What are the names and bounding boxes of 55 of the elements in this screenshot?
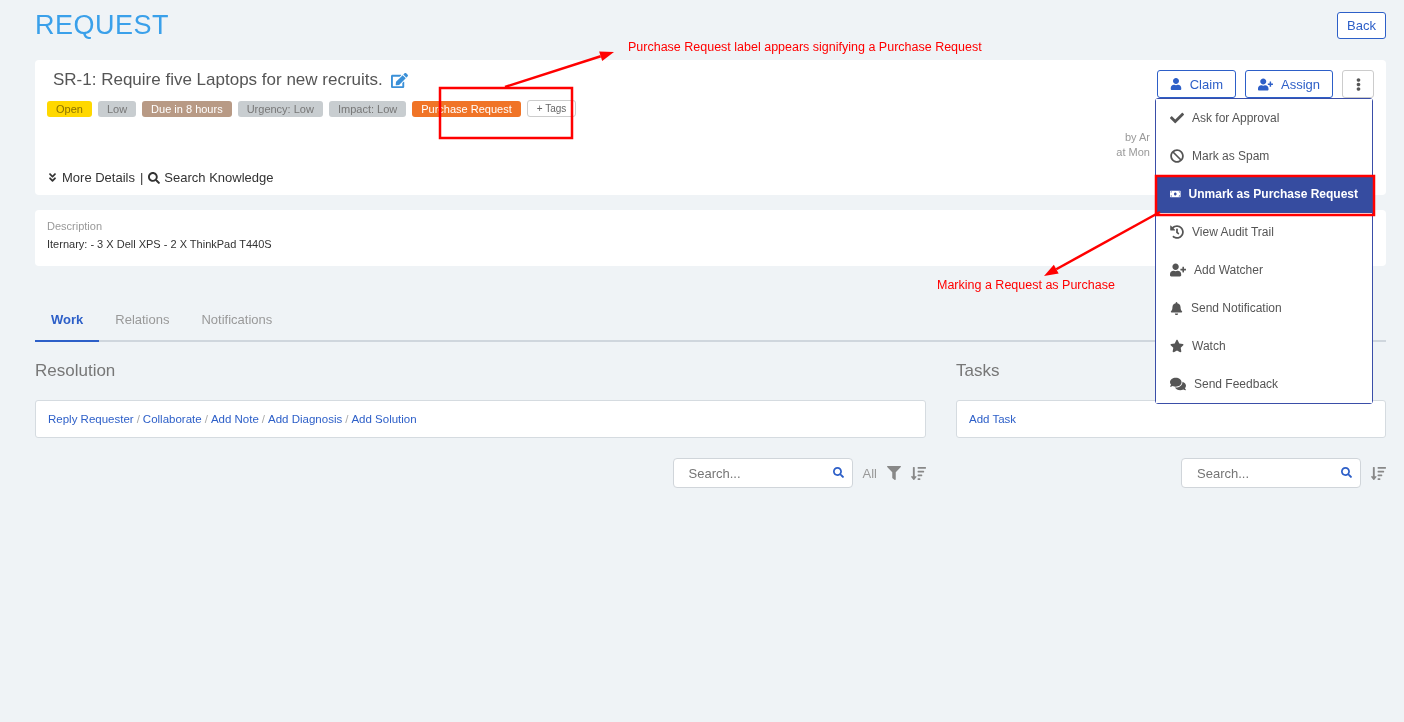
description-text: Iternary: - 3 X Dell XPS - 2 X ThinkPad T440S	[47, 238, 273, 250]
add-tags-button[interactable]: + Tags	[526, 100, 577, 117]
more-details-link[interactable]: More Details	[47, 170, 135, 185]
tag: Impact: Low	[328, 100, 407, 117]
tag: Urgency: Low	[237, 100, 323, 117]
request-title: SR-1: Require five Laptops for new recruits.	[53, 70, 383, 90]
separator-text: /	[345, 413, 349, 425]
annotation-text: Marking a Request as Purchase	[937, 278, 1115, 292]
assign-button[interactable]: Assign	[1244, 70, 1333, 98]
tag: Open	[47, 100, 92, 117]
edit-icon[interactable]	[390, 71, 408, 89]
search-field[interactable]: Search...	[1181, 458, 1361, 488]
filter-icon[interactable]	[887, 466, 901, 480]
search-icon	[148, 171, 161, 184]
separator-text: /	[204, 413, 208, 425]
menu-item[interactable]: Unmark as Purchase Request	[1156, 175, 1372, 213]
tag: Low	[97, 100, 137, 117]
user-plus-icon	[1170, 262, 1186, 278]
claim-button[interactable]: Claim	[1156, 70, 1236, 98]
star-icon	[1170, 339, 1184, 353]
user-icon	[1169, 78, 1182, 90]
sort-icon[interactable]	[1371, 465, 1386, 481]
add-task-link[interactable]: Add Task	[969, 413, 1017, 425]
tab[interactable]: Work	[35, 299, 100, 342]
annotation-text: Purchase Request label appears signifying a Purchase Request	[628, 40, 982, 54]
description-label: Description	[47, 220, 103, 232]
search-icon	[832, 467, 844, 478]
tag: Due in 8 hours	[142, 100, 232, 117]
action-link[interactable]: Add Note	[210, 413, 259, 425]
search-icon	[1341, 467, 1352, 478]
filter-label: All	[862, 465, 877, 481]
back-button[interactable]: Back	[1337, 11, 1386, 39]
resolution-heading: Resolution	[35, 360, 116, 382]
bell-icon	[1170, 301, 1183, 315]
author-text: by Ar	[1124, 131, 1150, 143]
action-link[interactable]: Add Solution	[351, 413, 417, 425]
search-field[interactable]: Search...	[672, 458, 853, 488]
speech-bubbles-icon	[1170, 376, 1186, 392]
more-options-button[interactable]	[1342, 70, 1374, 98]
search-knowledge-link[interactable]: Search Knowledge	[148, 170, 274, 185]
ban-icon	[1170, 149, 1184, 163]
user-plus-icon	[1257, 76, 1273, 92]
sort-icon[interactable]	[911, 465, 926, 481]
page-title: REQUEST	[35, 9, 170, 41]
double-chevron-down-icon	[47, 172, 58, 183]
action-link[interactable]: Collaborate	[142, 413, 202, 425]
tasks-heading: Tasks	[956, 360, 1000, 382]
action-link[interactable]: Add Diagnosis	[268, 413, 343, 425]
history-icon	[1170, 225, 1184, 239]
date-text: at Mon	[1116, 146, 1150, 158]
divider-text: |	[139, 170, 144, 185]
separator-text: /	[136, 413, 140, 425]
check-icon	[1170, 111, 1184, 125]
action-link[interactable]: Reply Requester	[48, 413, 134, 425]
separator-text: /	[261, 413, 266, 425]
